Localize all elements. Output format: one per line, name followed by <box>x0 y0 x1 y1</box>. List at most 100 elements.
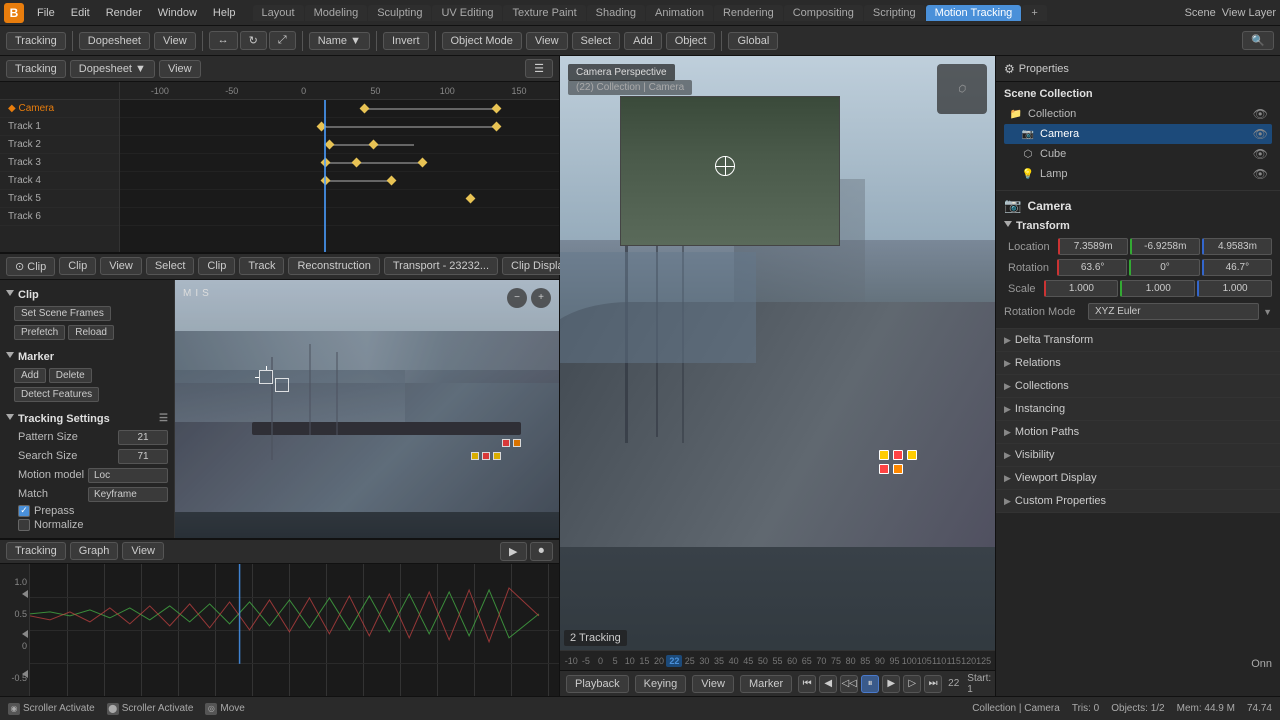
name-btn[interactable]: Name ▼ <box>309 32 370 50</box>
match-value[interactable]: Keyframe <box>88 487 168 502</box>
motion-paths-header[interactable]: ▶ Motion Paths <box>996 421 1280 443</box>
tab-animation[interactable]: Animation <box>646 5 713 21</box>
graph-graph-btn[interactable]: Graph <box>70 542 119 560</box>
ds-tracking-btn[interactable]: Tracking <box>6 60 66 78</box>
tab-rendering[interactable]: Rendering <box>714 5 783 21</box>
rot-x[interactable]: 63.6° <box>1057 259 1127 276</box>
tab-compositing[interactable]: Compositing <box>784 5 863 21</box>
tab-texture[interactable]: Texture Paint <box>503 5 585 21</box>
keying-btn[interactable]: Keying <box>635 675 687 693</box>
tracking-settings-icon[interactable]: ☰ <box>159 413 168 424</box>
lamp-eye-icon[interactable]: 👁 <box>1253 167 1268 181</box>
menu-render[interactable]: Render <box>99 5 149 21</box>
rot-z[interactable]: 46.7° <box>1202 259 1272 276</box>
clip-zoom-in-btn[interactable]: + <box>531 288 551 308</box>
pb-step-fwd-btn[interactable]: ▷ <box>903 675 921 693</box>
loc-x[interactable]: 7.3589m <box>1058 238 1128 255</box>
cube-eye-icon[interactable]: 👁 <box>1253 147 1268 161</box>
sc-lamp-item[interactable]: 💡 Lamp 👁 <box>1004 164 1272 184</box>
pb-jump-start-btn[interactable]: ⏮ <box>798 675 816 693</box>
ce-transport-btn[interactable]: Transport - 23232... <box>384 257 498 275</box>
ce-select-btn[interactable]: Select <box>146 257 195 275</box>
detect-features-btn[interactable]: Detect Features <box>14 387 99 402</box>
scale-tool[interactable]: ⤢ <box>269 31 296 50</box>
ds-dopesheet-btn[interactable]: Dopesheet ▼ <box>70 60 155 78</box>
graph-tracking-btn[interactable]: Tracking <box>6 542 66 560</box>
ce-view-btn[interactable]: View <box>100 257 142 275</box>
ce-tracking-btn[interactable]: ⊙ Clip <box>6 257 55 276</box>
tab-scripting[interactable]: Scripting <box>864 5 925 21</box>
tab-add[interactable]: + <box>1022 5 1046 21</box>
add-marker-btn[interactable]: Add <box>14 368 46 383</box>
tab-motion-tracking[interactable]: Motion Tracking <box>926 5 1022 21</box>
ce-clip2-btn[interactable]: Clip <box>198 257 235 275</box>
ce-track-btn[interactable]: Track <box>239 257 284 275</box>
delta-transform-header[interactable]: ▶ Delta Transform <box>996 329 1280 351</box>
pb-step-back-btn[interactable]: ◀ <box>819 675 837 693</box>
view-btn[interactable]: View <box>154 32 196 50</box>
custom-properties-header[interactable]: ▶ Custom Properties <box>996 490 1280 512</box>
ce-clip-btn[interactable]: Clip <box>59 257 96 275</box>
pb-view-btn[interactable]: View <box>692 675 734 693</box>
collection-eye-icon[interactable]: 👁 <box>1253 107 1268 121</box>
set-scene-frames-btn[interactable]: Set Scene Frames <box>14 306 111 321</box>
prepass-checkbox[interactable]: ✓ <box>18 505 30 517</box>
move-tool[interactable]: ↔ <box>209 31 238 50</box>
sc-collection-item[interactable]: 📁 Collection 👁 <box>1004 104 1272 124</box>
loc-z[interactable]: 4.9583m <box>1202 238 1272 255</box>
search-btn[interactable]: 🔍 <box>1242 31 1274 50</box>
sc-camera-item[interactable]: 📷 Camera 👁 <box>1004 124 1272 144</box>
rot-y[interactable]: 0° <box>1129 259 1199 276</box>
motion-model-value[interactable]: Loc <box>88 468 168 483</box>
invert-btn[interactable]: Invert <box>383 32 429 50</box>
search-size-value[interactable]: 71 <box>118 449 168 464</box>
collections-header[interactable]: ▶ Collections <box>996 375 1280 397</box>
tab-shading[interactable]: Shading <box>587 5 645 21</box>
visibility-header[interactable]: ▶ Visibility <box>996 444 1280 466</box>
loc-y[interactable]: -6.9258m <box>1130 238 1200 255</box>
graph-record-btn[interactable]: ⏺ <box>530 542 554 561</box>
instancing-header[interactable]: ▶ Instancing <box>996 398 1280 420</box>
tab-sculpting[interactable]: Sculpting <box>368 5 431 21</box>
object-mode-btn[interactable]: Object Mode <box>442 32 522 50</box>
view2-btn[interactable]: View <box>526 32 568 50</box>
camera-eye-icon[interactable]: 👁 <box>1253 127 1268 141</box>
select-btn[interactable]: Select <box>572 32 621 50</box>
menu-file[interactable]: File <box>30 5 62 21</box>
tracking-btn[interactable]: Tracking <box>6 32 66 50</box>
playback-btn[interactable]: Playback <box>566 675 629 693</box>
pb-jump-end-btn[interactable]: ⏭ <box>924 675 942 693</box>
delete-marker-btn[interactable]: Delete <box>49 368 92 383</box>
pb-marker-btn[interactable]: Marker <box>740 675 792 693</box>
prefetch-btn[interactable]: Prefetch <box>14 325 65 340</box>
menu-edit[interactable]: Edit <box>64 5 97 21</box>
menu-window[interactable]: Window <box>151 5 204 21</box>
tab-modeling[interactable]: Modeling <box>305 5 368 21</box>
scale-x[interactable]: 1.000 <box>1044 280 1119 297</box>
sc-cube-item[interactable]: ⬡ Cube 👁 <box>1004 144 1272 164</box>
reload-btn[interactable]: Reload <box>68 325 114 340</box>
menu-help[interactable]: Help <box>206 5 243 21</box>
add-btn[interactable]: Add <box>624 32 662 50</box>
viewport-display-header[interactable]: ▶ Viewport Display <box>996 467 1280 489</box>
viewport-3d[interactable]: Camera Perspective (22) Collection | Cam… <box>560 56 995 670</box>
rotation-mode-value[interactable]: XYZ Euler <box>1088 303 1259 320</box>
graph-play-btn[interactable]: ▶ <box>500 542 526 561</box>
dopesheet-btn[interactable]: Dopesheet <box>79 32 150 50</box>
tab-uv[interactable]: UV Editing <box>432 5 502 21</box>
ce-reconstruction-btn[interactable]: Reconstruction <box>288 257 379 275</box>
global-btn[interactable]: Global <box>728 32 778 50</box>
pb-stop-btn[interactable]: ⏸ <box>861 675 879 693</box>
scale-y[interactable]: 1.000 <box>1120 280 1195 297</box>
ds-filter-btn[interactable]: ☰ <box>525 59 553 78</box>
tab-layout[interactable]: Layout <box>253 5 304 21</box>
graph-view-btn[interactable]: View <box>122 542 164 560</box>
object-btn[interactable]: Object <box>666 32 716 50</box>
clip-viewport[interactable]: M I S − + <box>175 280 559 538</box>
pb-play-reverse-btn[interactable]: ◁◁ <box>840 675 858 693</box>
normalize-checkbox[interactable] <box>18 519 30 531</box>
relations-header[interactable]: ▶ Relations <box>996 352 1280 374</box>
scale-z[interactable]: 1.000 <box>1197 280 1272 297</box>
pb-play-btn[interactable]: ▶ <box>882 675 900 693</box>
rotate-tool[interactable]: ↻ <box>240 31 267 50</box>
